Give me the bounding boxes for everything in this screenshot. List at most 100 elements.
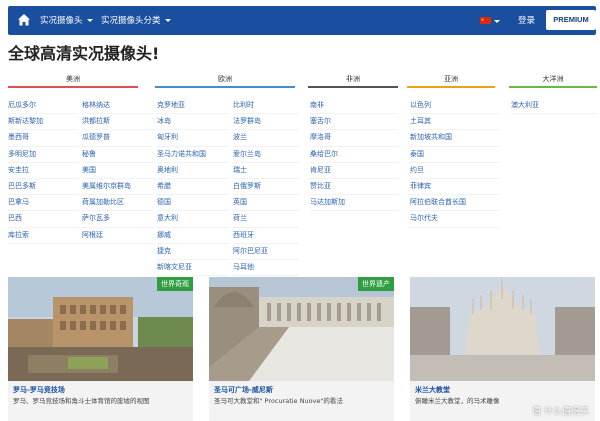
asia-item[interactable]: 阿拉伯联合酋长国	[410, 195, 500, 212]
europe-col1-item[interactable]: 意大利	[157, 211, 229, 228]
europe-col1-item[interactable]: 德国	[157, 195, 229, 212]
card-description: 罗马、罗马竞技场和角斗士体育馆的废墟的视图	[13, 397, 150, 405]
page-title: 全球高清实况摄像头!	[8, 44, 160, 63]
asia-item[interactable]: 以色列	[410, 98, 500, 115]
europe-col2-item[interactable]: 波兰	[233, 130, 299, 147]
europe-col2-item[interactable]: 法罗群岛	[233, 114, 299, 131]
europe-col1-item[interactable]: 挪威	[157, 228, 229, 244]
badge-world-wonder: 世界奇观	[157, 277, 193, 291]
oceania-item[interactable]: 澳大利亚	[511, 98, 597, 115]
nav-live-cams[interactable]: 实况摄像头	[40, 14, 93, 26]
europe-col2-item[interactable]: 阿尔巴尼亚	[233, 244, 299, 260]
region-europe-bar	[155, 86, 295, 88]
americas-list-1: 厄瓜多尔 斯新达黎加 墨西哥 多明尼加 安圭拉 巴巴多斯 巴拿马 巴西 库拉索	[8, 98, 78, 244]
nav-categories-label: 实况摄像头分类	[101, 16, 161, 26]
card-description: 圣马可大教堂和" Procuratie Nuove"的看法	[214, 397, 343, 405]
region-europe[interactable]: 欧洲	[155, 74, 295, 84]
europe-col2-item[interactable]: 白俄罗斯	[233, 179, 299, 196]
europe-col2-item[interactable]: 英国	[233, 195, 299, 212]
camera-thumbnail-rome[interactable]: 世界奇观	[8, 277, 193, 381]
africa-item[interactable]: 肯尼亚	[310, 163, 398, 179]
europe-col1-item[interactable]: 匈牙利	[157, 130, 229, 147]
camera-card-venice[interactable]: 世界遗产 圣马可广场-威尼斯 圣马可大教堂和" Procuratie Nuove…	[209, 277, 394, 421]
camera-card-rome[interactable]: 世界奇观 罗马-罗马竞技场 罗马、罗马竞技场和角斗士体育馆的废墟的视图	[8, 277, 193, 421]
europe-col2-item[interactable]: 西班牙	[233, 228, 299, 244]
americas-col1-item[interactable]: 巴巴多斯	[8, 179, 78, 196]
americas-list-2: 格林纳达 洪都拉斯 瓜德罗普 秘鲁 美国 美属维尔京群岛 荷属加勒比区 萨尔瓦多 阿根廷	[82, 98, 154, 244]
region-americas[interactable]: 美洲	[8, 74, 138, 84]
chevron-down-icon	[86, 19, 93, 22]
europe-list-1: 克罗地亚 冰岛 匈牙利 圣马力诺共和国 奥地利 希腊 德国 意大利 挪威 捷克 新喀文尼亚	[157, 98, 229, 277]
americas-col2-item[interactable]: 美国	[82, 163, 154, 179]
nav-categories[interactable]: 实况摄像头分类	[101, 14, 171, 26]
europe-col1-item[interactable]: 捷克	[157, 244, 229, 260]
americas-col2-item[interactable]: 瓜德罗普	[82, 130, 154, 147]
africa-item[interactable]: 桑给巴尔	[310, 147, 398, 163]
americas-col1-item[interactable]: 库拉索	[8, 228, 78, 244]
chevron-down-icon	[164, 19, 171, 22]
asia-item[interactable]: 马尔代夫	[410, 211, 500, 228]
europe-col2-item[interactable]: 爱尔兰岛	[233, 147, 299, 163]
region-oceania-bar	[509, 86, 597, 88]
americas-col1-item[interactable]: 巴西	[8, 211, 78, 228]
login-link[interactable]: 登录	[518, 14, 535, 26]
region-asia-bar	[407, 86, 495, 88]
asia-item[interactable]: 泰国	[410, 147, 500, 163]
americas-col1-item[interactable]: 墨西哥	[8, 130, 78, 147]
europe-col1-item[interactable]: 奥地利	[157, 163, 229, 179]
americas-col2-item[interactable]: 格林纳达	[82, 98, 154, 115]
africa-item[interactable]: 塞舌尔	[310, 114, 398, 131]
americas-col2-item[interactable]: 洪都拉斯	[82, 114, 154, 131]
europe-col2-item[interactable]: 马耳他	[233, 260, 299, 277]
europe-col1-item[interactable]: 希腊	[157, 179, 229, 196]
region-africa-bar	[308, 86, 398, 88]
americas-col1-item[interactable]: 厄瓜多尔	[8, 98, 78, 115]
americas-col2-item[interactable]: 荷属加勒比区	[82, 195, 154, 212]
americas-col2-item[interactable]: 阿根廷	[82, 228, 154, 244]
camera-thumbnail-milan[interactable]	[410, 277, 595, 381]
europe-col2-item[interactable]: 比利时	[233, 98, 299, 115]
watermark-logo: 值 什么值得买	[532, 407, 589, 417]
africa-list: 南非 塞舌尔 摩洛哥 桑给巴尔 肯尼亚 赞比亚 马达加斯加	[310, 98, 398, 212]
camera-thumbnail-venice[interactable]: 世界遗产	[209, 277, 394, 381]
americas-col2-item[interactable]: 秘鲁	[82, 147, 154, 163]
europe-col1-item[interactable]: 新喀文尼亚	[157, 260, 229, 277]
card-title[interactable]: 米兰大教堂	[415, 385, 450, 395]
home-icon[interactable]	[17, 13, 31, 27]
asia-item[interactable]: 新加坡共和国	[410, 130, 500, 147]
flag-china-icon[interactable]	[480, 17, 491, 24]
asia-list: 以色列 土耳其 新加坡共和国 泰国 约旦 菲律宾 阿拉伯联合酋长国 马尔代夫	[410, 98, 500, 228]
asia-item[interactable]: 土耳其	[410, 114, 500, 131]
americas-col1-item[interactable]: 斯新达黎加	[8, 114, 78, 131]
africa-item[interactable]: 摩洛哥	[310, 130, 398, 147]
europe-col1-item[interactable]: 圣马力诺共和国	[157, 147, 229, 163]
africa-item[interactable]: 马达加斯加	[310, 195, 398, 212]
europe-list-2: 比利时 法罗群岛 波兰 爱尔兰岛 瑞士 白俄罗斯 英国 荷兰 西班牙 阿尔巴尼亚 马耳他	[233, 98, 299, 277]
americas-col1-item[interactable]: 巴拿马	[8, 195, 78, 212]
region-africa[interactable]: 非洲	[308, 74, 398, 84]
africa-item[interactable]: 南非	[310, 98, 398, 115]
premium-button[interactable]: PREMIUM	[546, 10, 596, 30]
americas-col1-item[interactable]: 多明尼加	[8, 147, 78, 163]
europe-col2-item[interactable]: 荷兰	[233, 211, 299, 228]
card-title[interactable]: 罗马-罗马竞技场	[13, 385, 65, 395]
card-title[interactable]: 圣马可广场-威尼斯	[214, 385, 273, 395]
americas-col2-item[interactable]: 萨尔瓦多	[82, 211, 154, 228]
europe-col1-item[interactable]: 冰岛	[157, 114, 229, 131]
oceania-list: 澳大利亚	[511, 98, 597, 115]
nav-live-cams-label: 实况摄像头	[40, 16, 83, 26]
badge-world-heritage: 世界遗产	[358, 277, 394, 291]
camera-card-milan[interactable]: 米兰大教堂 俯瞰米兰大教堂，的马术雕像 值 什么值得买	[410, 277, 595, 421]
region-oceania[interactable]: 大洋洲	[509, 74, 597, 84]
asia-item[interactable]: 菲律宾	[410, 179, 500, 196]
africa-item[interactable]: 赞比亚	[310, 179, 398, 196]
top-navbar: 实况摄像头 实况摄像头分类 登录 PREMIUM	[8, 6, 596, 35]
region-asia[interactable]: 亚洲	[407, 74, 495, 84]
chevron-down-icon[interactable]	[494, 20, 500, 23]
europe-col2-item[interactable]: 瑞士	[233, 163, 299, 179]
asia-item[interactable]: 约旦	[410, 163, 500, 179]
americas-col2-item[interactable]: 美属维尔京群岛	[82, 179, 154, 196]
europe-col1-item[interactable]: 克罗地亚	[157, 98, 229, 115]
americas-col1-item[interactable]: 安圭拉	[8, 163, 78, 179]
region-americas-bar	[8, 86, 138, 88]
